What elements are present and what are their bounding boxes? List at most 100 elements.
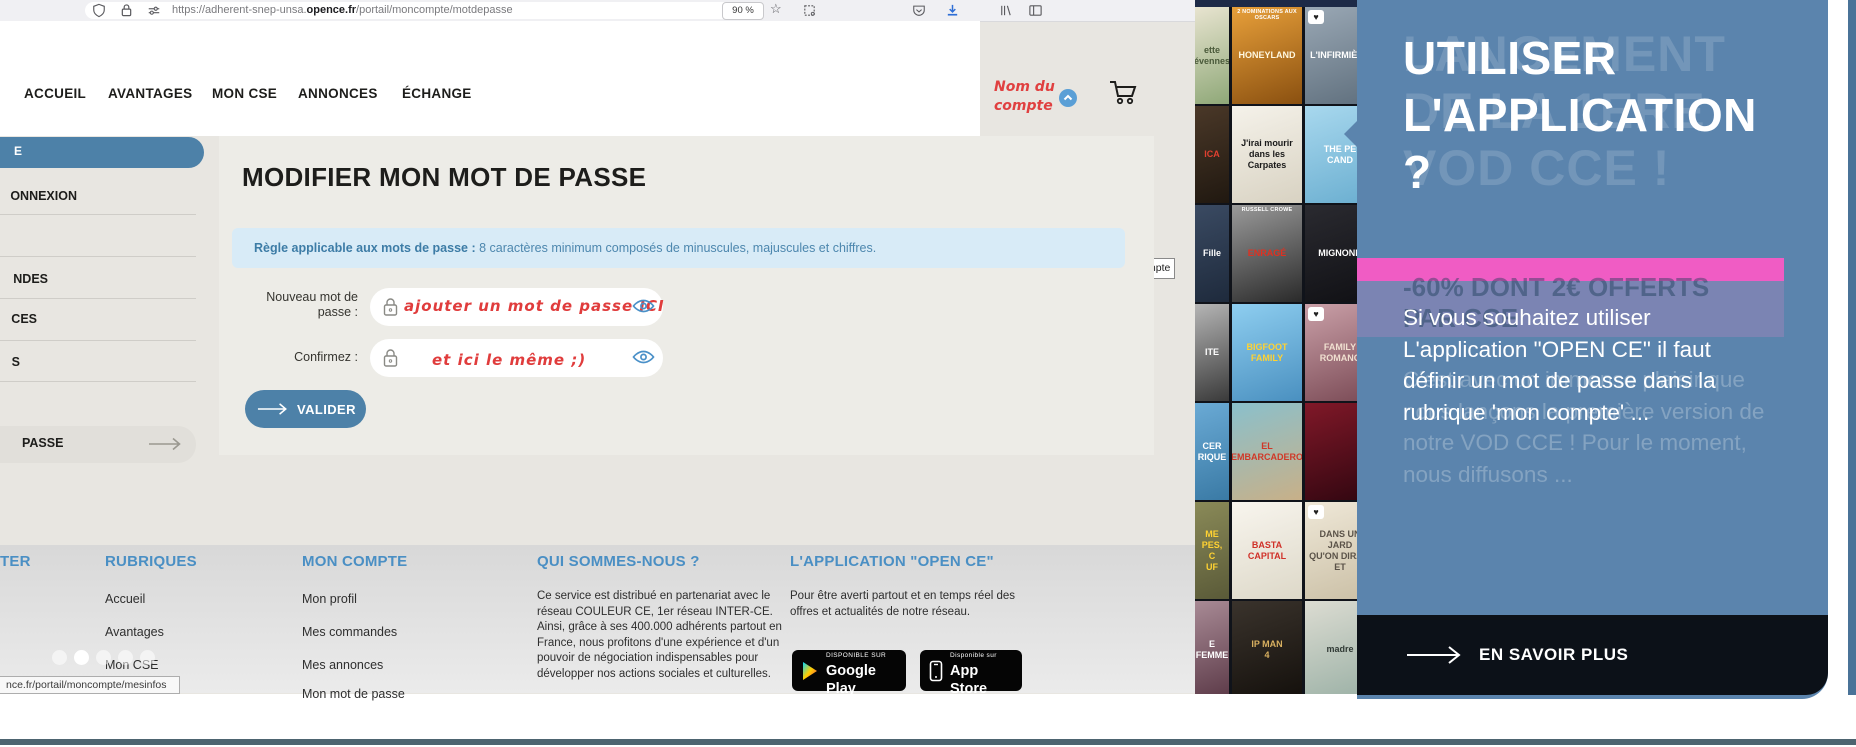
status-link-preview: nce.fr/portail/moncompte/mesinfos bbox=[0, 676, 180, 694]
footer-link-accueil[interactable]: Accueil bbox=[105, 592, 145, 606]
divider bbox=[0, 256, 196, 257]
download-icon[interactable] bbox=[945, 3, 961, 19]
poster-tile[interactable]: RUSSELL CROWE ENRAGÉ bbox=[1232, 205, 1302, 302]
poster-tile[interactable]: E FEMME bbox=[1195, 601, 1229, 694]
footer-application-heading: L'APPLICATION "OPEN CE" bbox=[790, 553, 994, 570]
confirm-password-input[interactable]: et ici le même ;) bbox=[370, 339, 663, 377]
poster-title: ITE bbox=[1204, 347, 1219, 357]
poster-title: HONEYLAND bbox=[1238, 50, 1296, 60]
cart-icon[interactable] bbox=[1106, 74, 1142, 115]
poster-tile[interactable]: CER RIQUE bbox=[1195, 403, 1229, 500]
library-icon[interactable] bbox=[998, 3, 1014, 19]
nav-annonces[interactable]: ANNONCES bbox=[298, 86, 378, 101]
nav-avantages[interactable]: AVANTAGES bbox=[108, 86, 192, 101]
promo-panel: LANCEMENT DE LA 1ERE VOD CCE ! UTILISER … bbox=[1344, 0, 1828, 699]
poster-tile[interactable]: J'irai mourir dans les Carpates bbox=[1232, 106, 1302, 203]
promo-body: Si vous souhaitez utiliser L'application… bbox=[1403, 305, 1716, 425]
sidebar-item-commandes[interactable]: NDES bbox=[0, 272, 48, 286]
poster-tile[interactable]: EL EMBARCADERO bbox=[1232, 403, 1302, 500]
nav-mon-cse[interactable]: MON CSE bbox=[212, 86, 277, 101]
poster-title: Fille bbox=[1202, 248, 1221, 258]
eye-icon[interactable] bbox=[632, 297, 655, 320]
account-name[interactable]: Nom du compte bbox=[994, 78, 1064, 116]
screenshot-icon[interactable] bbox=[802, 3, 818, 19]
favorite-icon[interactable]: ♥ bbox=[1308, 10, 1324, 24]
sidebar-item-active[interactable] bbox=[0, 137, 204, 168]
footer-link-mes-annonces[interactable]: Mes annonces bbox=[302, 658, 383, 672]
footer-link-avantages[interactable]: Avantages bbox=[105, 625, 164, 639]
shield-icon[interactable] bbox=[92, 3, 108, 19]
url-text[interactable]: https://adherent-snep-unsa.opence.fr/por… bbox=[172, 4, 513, 16]
carousel-notch bbox=[1344, 121, 1357, 147]
google-play-badge[interactable]: DISPONIBLE SUR Google Play bbox=[792, 650, 906, 696]
new-password-label: Nouveau mot de passe : bbox=[266, 290, 358, 319]
valider-button[interactable]: VALIDER bbox=[245, 390, 366, 428]
poster-tile[interactable]: ICA bbox=[1195, 106, 1229, 203]
lock-icon[interactable] bbox=[120, 3, 136, 19]
poster-title: IP MAN 4 bbox=[1251, 638, 1283, 660]
bookmark-star-icon[interactable]: ☆ bbox=[770, 1, 782, 17]
poster-tile[interactable]: FAMILY ROMANC ♥ bbox=[1305, 304, 1357, 401]
nav-echange[interactable]: ÉCHANGE bbox=[402, 86, 472, 101]
en-savoir-plus-button[interactable]: EN SAVOIR PLUS bbox=[1357, 615, 1828, 695]
carousel-dot-1[interactable] bbox=[52, 650, 67, 665]
poster-tile[interactable]: ette évennes bbox=[1195, 7, 1229, 104]
permissions-icon[interactable] bbox=[147, 3, 163, 19]
poster-tile[interactable]: 2 NOMINATIONS AUX OSCARS HONEYLAND bbox=[1232, 7, 1302, 104]
poster-title: CER RIQUE bbox=[1197, 440, 1227, 462]
password-rule-box: Règle applicable aux mots de passe : 8 c… bbox=[232, 228, 1125, 268]
poster-title: ENRAGÉ bbox=[1247, 248, 1287, 258]
promo-heading: UTILISER L'APPLICATION ? bbox=[1403, 32, 1757, 198]
poster-title: ICA bbox=[1204, 149, 1220, 159]
sidebar-item-infos[interactable]: S bbox=[0, 355, 20, 369]
zoom-level-badge[interactable]: 90 % bbox=[722, 2, 764, 20]
sidebar-item-annonces[interactable]: CES bbox=[0, 312, 37, 326]
carousel-dot-5[interactable] bbox=[140, 650, 155, 665]
carousel-dot-4[interactable] bbox=[118, 650, 133, 665]
footer-link-mes-commandes[interactable]: Mes commandes bbox=[302, 625, 397, 639]
sidebar-toggle-icon[interactable] bbox=[1028, 3, 1044, 19]
footer-link-mon-profil[interactable]: Mon profil bbox=[302, 592, 357, 606]
poster-tile[interactable]: ME PES, C UF bbox=[1195, 502, 1229, 599]
favorite-icon[interactable]: ♥ bbox=[1308, 505, 1324, 519]
poster-title: BASTA CAPITAL bbox=[1247, 539, 1287, 561]
sidebar-item-connexion[interactable]: ONNEXION bbox=[0, 189, 77, 203]
nav-accueil[interactable]: ACCUEIL bbox=[24, 86, 86, 101]
poster-grid: ette évennes 2 NOMINATIONS AUX OSCARS HO… bbox=[1195, 7, 1357, 694]
poster-title: MIGNONN bbox=[1318, 248, 1357, 258]
page-title: MODIFIER MON MOT DE PASSE bbox=[242, 162, 647, 192]
poster-tile[interactable]: BIGFOOT FAMILY bbox=[1232, 304, 1302, 401]
poster-title: J'irai mourir dans les Carpates bbox=[1241, 138, 1293, 170]
footer-application-text: Pour être averti partout et en temps rée… bbox=[790, 590, 1016, 618]
arrow-right-icon bbox=[148, 437, 182, 456]
poster-tile[interactable]: madre bbox=[1305, 601, 1357, 694]
divider bbox=[0, 298, 196, 299]
password-form-panel: MODIFIER MON MOT DE PASSE Règle applicab… bbox=[219, 136, 1154, 455]
arrow-right-icon bbox=[257, 402, 289, 416]
footer-qui-sommes-heading: QUI SOMMES-NOUS ? bbox=[537, 553, 700, 570]
favorite-icon[interactable]: ♥ bbox=[1308, 307, 1324, 321]
eye-icon[interactable] bbox=[632, 348, 655, 371]
carousel-dot-3[interactable] bbox=[96, 650, 111, 665]
poster-tile[interactable]: MIGNONN bbox=[1305, 205, 1357, 302]
poster-tile[interactable]: Fille bbox=[1195, 205, 1229, 302]
poster-tile[interactable]: ITE bbox=[1195, 304, 1229, 401]
poster-tile[interactable]: BASTA CAPITAL bbox=[1232, 502, 1302, 599]
chevron-up-icon[interactable] bbox=[1059, 89, 1077, 107]
app-store-badge[interactable]: Disponible sur App Store bbox=[920, 650, 1022, 696]
carousel-dot-2[interactable] bbox=[74, 650, 89, 665]
footer: TER RUBRIQUES Accueil Avantages Mon CSE … bbox=[0, 545, 1195, 701]
poster-tile[interactable]: L'INFIRMIÈRE ♥ bbox=[1305, 7, 1357, 104]
poster-title: ette évennes bbox=[1195, 44, 1229, 66]
poster-tile[interactable]: IP MAN 4 bbox=[1232, 601, 1302, 694]
password-rule-text: Règle applicable aux mots de passe : 8 c… bbox=[254, 241, 877, 255]
sidebar-mot-de-passe-label: PASSE bbox=[22, 436, 64, 450]
footer-qui-sommes-text: Ce service est distribué en partenariat … bbox=[537, 590, 782, 680]
new-password-input[interactable]: ajouter un mot de passe ICI bbox=[370, 288, 665, 326]
poster-tile[interactable]: DANS UN JARD QU'ON DIRAIT ET ♥ bbox=[1305, 502, 1357, 599]
poster-tile[interactable] bbox=[1305, 403, 1357, 500]
sidebar-active-label: E bbox=[14, 144, 23, 158]
pocket-icon[interactable] bbox=[912, 3, 928, 19]
new-password-annotation: ajouter un mot de passe ICI bbox=[404, 297, 665, 315]
footer-link-mot-de-passe[interactable]: Mon mot de passe bbox=[302, 687, 405, 701]
